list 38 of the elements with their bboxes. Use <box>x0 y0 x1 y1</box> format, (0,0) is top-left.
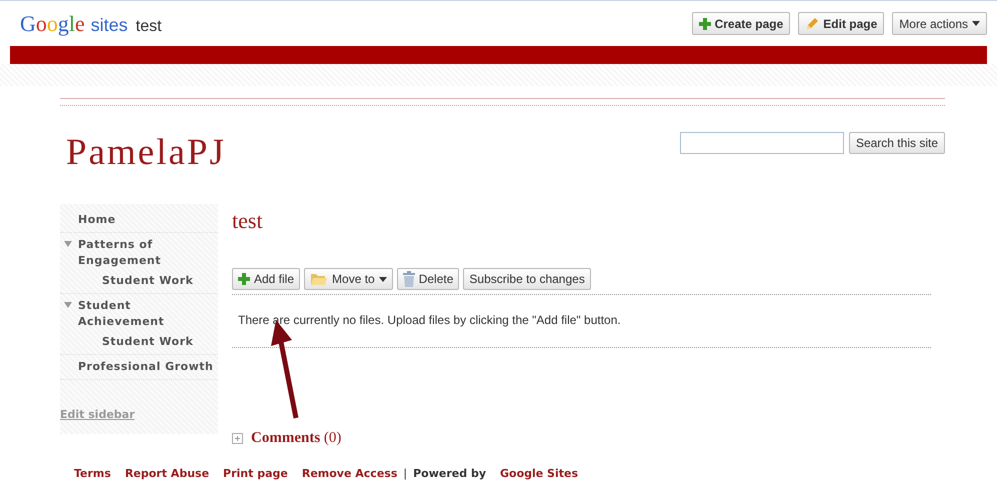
toolbar-button[interactable]: Move to <box>304 268 393 290</box>
footer-link[interactable]: Print page <box>223 467 288 480</box>
page-title: test <box>232 208 264 235</box>
footer-link[interactable]: Google Sites <box>500 467 578 480</box>
powered-by-label: Powered by <box>413 467 486 480</box>
sidebar-item[interactable]: Patterns of Engagement <box>78 237 218 269</box>
folder-icon <box>310 272 328 286</box>
plus-icon <box>698 18 711 30</box>
sidebar-item[interactable]: Professional Growth <box>78 359 214 375</box>
footer-link[interactable]: Terms <box>74 467 111 480</box>
action-button[interactable]: Create page <box>692 12 790 35</box>
sites-label: sites <box>90 14 128 36</box>
action-button[interactable]: Edit page <box>798 12 884 35</box>
footer-link[interactable]: Remove Access <box>302 467 398 480</box>
site-name: test <box>136 18 162 36</box>
pencil-icon <box>805 16 820 30</box>
sidebar-item[interactable]: Student Work <box>102 273 194 289</box>
site-title: PamelaPJ <box>66 131 226 174</box>
caret-icon <box>972 21 980 26</box>
comments-link[interactable]: Comments (0) <box>251 430 342 447</box>
search-field[interactable] <box>680 132 844 154</box>
caret-icon <box>378 276 387 282</box>
trash-icon <box>402 271 415 287</box>
sidebar-item[interactable]: Student Work <box>102 334 194 350</box>
plus-icon <box>238 273 250 285</box>
expanded-triangle-icon[interactable] <box>64 240 72 248</box>
toolbar-button[interactable]: Subscribe to changes <box>463 268 591 290</box>
google-logo: Google <box>20 10 85 36</box>
more-actions-button[interactable]: More actions <box>892 12 987 35</box>
sidebar-item[interactable]: Student Achievement <box>78 298 218 330</box>
toolbar-button[interactable]: Delete <box>396 268 460 290</box>
search-button[interactable]: Search this site <box>848 132 945 154</box>
expanded-triangle-icon[interactable] <box>64 301 72 309</box>
footer-link[interactable]: Report Abuse <box>124 467 210 480</box>
sidebar-item[interactable]: Home <box>78 212 116 228</box>
separator: | <box>403 467 408 480</box>
expand-icon[interactable] <box>232 433 243 444</box>
toolbar-button[interactable]: Add file <box>232 268 300 290</box>
